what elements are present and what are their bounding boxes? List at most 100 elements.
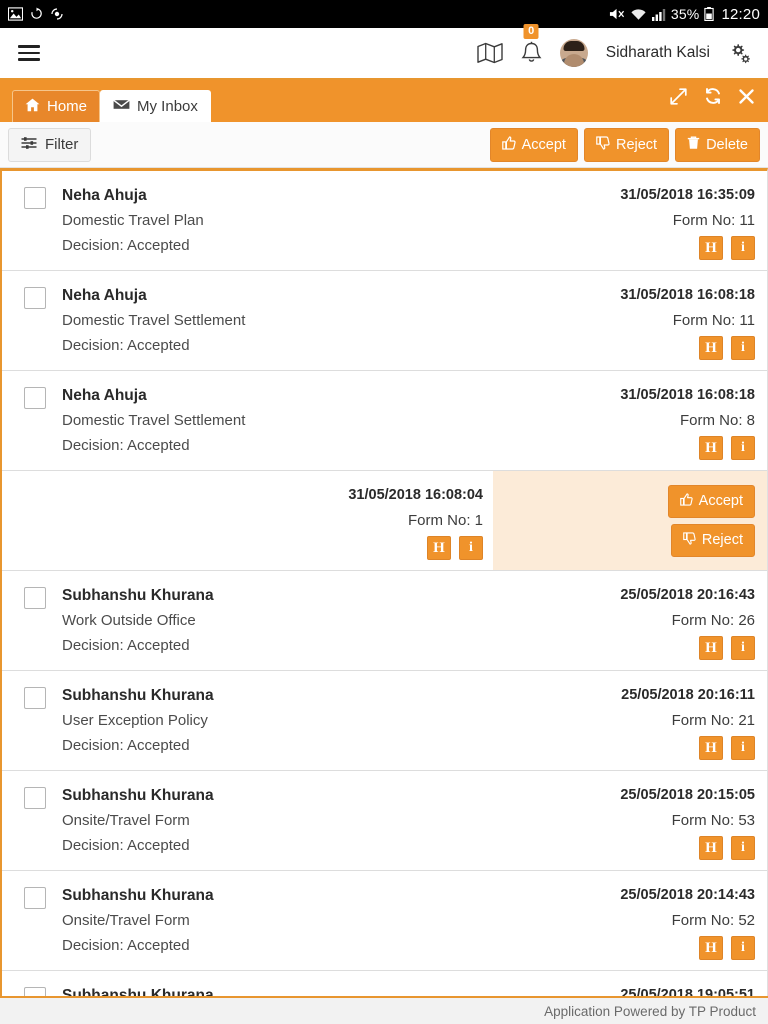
status-bar-right-icons: 35% 12:20 bbox=[609, 6, 760, 23]
row-form-no: Form No: 21 bbox=[672, 708, 755, 733]
close-icon[interactable] bbox=[739, 89, 754, 104]
gears-icon[interactable] bbox=[728, 41, 752, 65]
app-header: 0 Sidharath Kalsi bbox=[0, 28, 768, 80]
info-icon-button[interactable]: i bbox=[731, 636, 755, 660]
row-decision: Decision: Accepted bbox=[62, 233, 620, 258]
row-checkbox[interactable] bbox=[24, 987, 46, 996]
row-checkbox[interactable] bbox=[24, 287, 46, 309]
history-icon-button[interactable]: H bbox=[699, 436, 723, 460]
row-form-no: Form No: 26 bbox=[672, 608, 755, 633]
history-icon-button[interactable]: H bbox=[699, 936, 723, 960]
expand-icon[interactable] bbox=[670, 88, 687, 105]
row-accept-button[interactable]: Accept bbox=[668, 485, 755, 518]
swipe-action-panel: Accept Reject bbox=[493, 471, 767, 570]
row-reject-button[interactable]: Reject bbox=[671, 524, 755, 557]
history-icon-button[interactable]: H bbox=[427, 536, 451, 560]
row-checkbox[interactable] bbox=[24, 787, 46, 809]
delete-button[interactable]: Delete bbox=[675, 128, 760, 162]
footer-text: Application Powered by TP Product bbox=[544, 1004, 756, 1019]
history-icon-button[interactable]: H bbox=[699, 336, 723, 360]
history-icon-button[interactable]: H bbox=[699, 636, 723, 660]
tab-home-label: Home bbox=[47, 98, 87, 115]
table-row[interactable]: Subhanshu KhuranaOnsite/Travel FormDecis… bbox=[2, 871, 767, 971]
status-bar-clock: 12:20 bbox=[721, 6, 760, 23]
table-row[interactable]: Subhanshu KhuranaOnsite/Travel FormDecis… bbox=[2, 771, 767, 871]
table-row[interactable]: Subhanshu KhuranaUser Exception PolicyDe… bbox=[2, 671, 767, 771]
location-icon bbox=[50, 7, 64, 21]
accept-button[interactable]: Accept bbox=[490, 128, 578, 162]
row-decision: Decision: Accepted bbox=[62, 833, 620, 858]
inbox-list[interactable]: Neha AhujaDomestic Travel PlanDecision: … bbox=[0, 168, 768, 996]
row-meta: 31/05/2018 16:08:18Form No: 11Hi bbox=[620, 283, 755, 360]
table-row[interactable]: Neha AhujaDomestic Travel SettlementDeci… bbox=[2, 271, 767, 371]
notification-badge: 0 bbox=[524, 24, 539, 39]
row-date: 31/05/2018 16:08:04 bbox=[348, 483, 483, 508]
row-meta: 25/05/2018 20:14:43Form No: 52Hi bbox=[620, 883, 755, 960]
row-form-no: Form No: 11 bbox=[673, 308, 755, 333]
envelope-icon bbox=[113, 98, 130, 115]
filter-button[interactable]: Filter bbox=[8, 128, 91, 162]
hamburger-menu-icon[interactable] bbox=[18, 45, 40, 61]
reject-label: Reject bbox=[616, 137, 657, 153]
row-form-type: Domestic Travel Settlement bbox=[62, 408, 620, 433]
table-row[interactable]: Subhanshu KhuranaWork Outside OfficeDeci… bbox=[2, 571, 767, 671]
table-row[interactable]: 31/05/2018 16:08:04Form No: 1 Hi Accept Rej… bbox=[2, 471, 767, 571]
row-icon-buttons: Hi bbox=[699, 836, 755, 860]
row-icon-buttons: Hi bbox=[699, 236, 755, 260]
row-form-type: Work Outside Office bbox=[62, 608, 620, 633]
info-icon-button[interactable]: i bbox=[731, 736, 755, 760]
home-icon bbox=[25, 98, 40, 116]
tab-my-inbox[interactable]: My Inbox bbox=[100, 90, 211, 122]
table-row[interactable]: Neha AhujaDomestic Travel SettlementDeci… bbox=[2, 371, 767, 471]
row-checkbox[interactable] bbox=[24, 387, 46, 409]
notifications-bell[interactable]: 0 bbox=[521, 41, 542, 65]
info-icon-button[interactable]: i bbox=[459, 536, 483, 560]
row-name: Neha Ahuja bbox=[62, 183, 620, 208]
trash-icon bbox=[687, 136, 700, 154]
table-row[interactable]: Neha AhujaDomestic Travel PlanDecision: … bbox=[2, 171, 767, 271]
wifi-icon bbox=[630, 8, 647, 21]
row-meta: 31/05/2018 16:08:18Form No: 8Hi bbox=[620, 383, 755, 460]
row-meta: 25/05/2018 20:16:43Form No: 26 Hi bbox=[620, 583, 755, 660]
row-date: 25/05/2018 20:16:43 bbox=[620, 583, 755, 608]
row-date: 25/05/2018 20:16:11 bbox=[621, 683, 755, 708]
history-icon-button[interactable]: H bbox=[699, 736, 723, 760]
row-form-type: Onsite/Travel Form bbox=[62, 808, 620, 833]
row-reject-label: Reject bbox=[702, 532, 743, 548]
row-icon-buttons: Hi bbox=[699, 636, 755, 660]
map-icon[interactable] bbox=[477, 42, 503, 64]
info-icon-button[interactable]: i bbox=[731, 936, 755, 960]
thumbs-down-icon bbox=[683, 532, 696, 549]
row-form-no: Form No: 1 bbox=[408, 508, 483, 533]
window-actions bbox=[670, 80, 754, 122]
android-status-bar: 35% 12:20 bbox=[0, 0, 768, 28]
row-checkbox[interactable] bbox=[24, 887, 46, 909]
row-name: Subhanshu Khurana bbox=[62, 583, 620, 608]
info-icon-button[interactable]: i bbox=[731, 336, 755, 360]
thumbs-up-icon bbox=[502, 136, 516, 154]
row-checkbox[interactable] bbox=[24, 687, 46, 709]
row-meta: 25/05/2018 19:05:51Form No: 156Hi bbox=[620, 983, 755, 996]
row-decision: Decision: Accepted bbox=[62, 333, 620, 358]
row-form-no: Form No: 52 bbox=[672, 908, 755, 933]
row-decision: Decision: Accepted bbox=[62, 933, 620, 958]
row-name: Neha Ahuja bbox=[62, 383, 620, 408]
row-icon-buttons: Hi bbox=[699, 336, 755, 360]
row-date: 25/05/2018 20:15:05 bbox=[620, 783, 755, 808]
refresh-icon[interactable] bbox=[704, 87, 722, 105]
reject-button[interactable]: Reject bbox=[584, 128, 669, 162]
info-icon-button[interactable]: i bbox=[731, 836, 755, 860]
header-right-group: 0 Sidharath Kalsi bbox=[477, 39, 752, 67]
info-icon-button[interactable]: i bbox=[731, 236, 755, 260]
history-icon-button[interactable]: H bbox=[699, 236, 723, 260]
info-icon-button[interactable]: i bbox=[731, 436, 755, 460]
tab-home[interactable]: Home bbox=[12, 90, 100, 122]
history-icon-button[interactable]: H bbox=[699, 836, 723, 860]
battery-percent: 35% bbox=[671, 6, 700, 22]
table-row[interactable]: Subhanshu KhuranaLeave ApplicationDecisi… bbox=[2, 971, 767, 996]
row-checkbox[interactable] bbox=[24, 187, 46, 209]
user-avatar[interactable] bbox=[560, 39, 588, 67]
filter-label: Filter bbox=[45, 136, 78, 153]
row-checkbox[interactable] bbox=[24, 587, 46, 609]
username-label: Sidharath Kalsi bbox=[606, 44, 710, 62]
